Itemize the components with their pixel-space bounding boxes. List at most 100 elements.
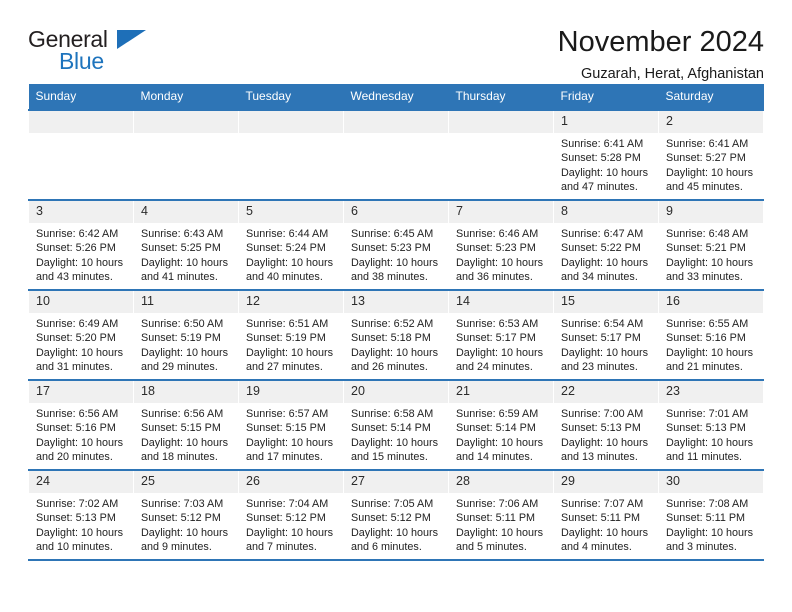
- calendar-day-cell[interactable]: 2 Sunrise: 6:41 AM Sunset: 5:27 PM Daylight…: [658, 109, 764, 200]
- day-number: 19: [239, 381, 343, 403]
- sunset-text: Sunset: 5:13 PM: [36, 512, 116, 525]
- calendar-day-cell[interactable]: 18 Sunrise: 6:56 AM Sunset: 5:15 PM Dayligh…: [133, 379, 239, 470]
- calendar-day-cell[interactable]: 8 Sunrise: 6:47 AM Sunset: 5:22 PM Daylight…: [553, 199, 659, 290]
- day-number: [449, 111, 553, 133]
- weekday-header-saturday: Saturday: [658, 84, 764, 110]
- sunset-text: Sunset: 5:24 PM: [246, 242, 326, 255]
- calendar-day-cell[interactable]: 30 Sunrise: 7:08 AM Sunset: 5:11 PM Dayligh…: [658, 469, 764, 561]
- calendar-day-cell[interactable]: 20 Sunrise: 6:58 AM Sunset: 5:14 PM Dayligh…: [343, 379, 449, 470]
- calendar-day-cell[interactable]: 3 Sunrise: 6:42 AM Sunset: 5:26 PM Daylight…: [28, 199, 134, 290]
- day-number: 9: [659, 201, 763, 223]
- day-sun-info: Sunrise: 6:48 AM Sunset: 5:21 PM Daylight:…: [659, 223, 763, 285]
- day-sun-info: Sunrise: 6:47 AM Sunset: 5:22 PM Daylight:…: [554, 223, 658, 285]
- sunset-text: Sunset: 5:15 PM: [246, 422, 326, 435]
- calendar-day-cell[interactable]: 4 Sunrise: 6:43 AM Sunset: 5:25 PM Daylight…: [133, 199, 239, 290]
- calendar-day-cell[interactable]: 25 Sunrise: 7:03 AM Sunset: 5:12 PM Dayligh…: [133, 469, 239, 561]
- sunset-text: Sunset: 5:19 PM: [246, 332, 326, 345]
- sunset-text: Sunset: 5:13 PM: [561, 422, 641, 435]
- calendar-day-cell[interactable]: 7 Sunrise: 6:46 AM Sunset: 5:23 PM Daylight…: [448, 199, 554, 290]
- daylight-text: Daylight: 10 hours and 41 minutes.: [141, 256, 229, 284]
- day-sun-info: Sunrise: 6:54 AM Sunset: 5:17 PM Daylight:…: [554, 313, 658, 375]
- daylight-text: Daylight: 10 hours and 6 minutes.: [351, 526, 439, 554]
- day-sun-info: Sunrise: 6:41 AM Sunset: 5:28 PM Daylight:…: [554, 133, 658, 195]
- calendar-day-cell[interactable]: 17 Sunrise: 6:56 AM Sunset: 5:16 PM Dayligh…: [28, 379, 134, 470]
- calendar-day-cell[interactable]: 16 Sunrise: 6:55 AM Sunset: 5:16 PM Dayligh…: [658, 289, 764, 380]
- day-number: 18: [134, 381, 238, 403]
- day-number: 21: [449, 381, 553, 403]
- calendar-day-cell[interactable]: 28 Sunrise: 7:06 AM Sunset: 5:11 PM Dayligh…: [448, 469, 554, 561]
- day-number: 4: [134, 201, 238, 223]
- sunrise-text: Sunrise: 6:52 AM: [351, 318, 434, 330]
- calendar-day-cell[interactable]: 23 Sunrise: 7:01 AM Sunset: 5:13 PM Dayligh…: [658, 379, 764, 470]
- day-sun-info: Sunrise: 6:56 AM Sunset: 5:15 PM Daylight:…: [134, 403, 238, 465]
- calendar-day-cell[interactable]: 22 Sunrise: 7:00 AM Sunset: 5:13 PM Dayligh…: [553, 379, 659, 470]
- calendar-day-cell[interactable]: 1 Sunrise: 6:41 AM Sunset: 5:28 PM Daylight…: [553, 109, 659, 200]
- calendar-day-cell[interactable]: 6 Sunrise: 6:45 AM Sunset: 5:23 PM Daylight…: [343, 199, 449, 290]
- calendar-week-row: 17 Sunrise: 6:56 AM Sunset: 5:16 PM Dayligh…: [28, 379, 764, 470]
- calendar-head: Sunday Monday Tuesday Wednesday Thursday…: [28, 84, 764, 110]
- daylight-text: Daylight: 10 hours and 38 minutes.: [351, 256, 439, 284]
- sunset-text: Sunset: 5:12 PM: [246, 512, 326, 525]
- sunset-text: Sunset: 5:11 PM: [561, 512, 641, 525]
- day-number: 30: [659, 471, 763, 493]
- day-number: 2: [659, 111, 763, 133]
- day-number: 22: [554, 381, 658, 403]
- calendar-empty-cell: [448, 109, 554, 200]
- calendar-day-cell[interactable]: 11 Sunrise: 6:50 AM Sunset: 5:19 PM Dayligh…: [133, 289, 239, 380]
- calendar-day-cell[interactable]: 29 Sunrise: 7:07 AM Sunset: 5:11 PM Dayligh…: [553, 469, 659, 561]
- sunrise-text: Sunrise: 7:04 AM: [246, 498, 329, 510]
- calendar-day-cell[interactable]: 27 Sunrise: 7:05 AM Sunset: 5:12 PM Dayligh…: [343, 469, 449, 561]
- day-number: 7: [449, 201, 553, 223]
- day-number: 13: [344, 291, 448, 313]
- day-sun-info: Sunrise: 6:55 AM Sunset: 5:16 PM Daylight:…: [659, 313, 763, 375]
- calendar-week-row: 24 Sunrise: 7:02 AM Sunset: 5:13 PM Dayligh…: [28, 469, 764, 561]
- daylight-text: Daylight: 10 hours and 18 minutes.: [141, 436, 229, 464]
- day-number: 6: [344, 201, 448, 223]
- calendar-day-cell[interactable]: 26 Sunrise: 7:04 AM Sunset: 5:12 PM Dayligh…: [238, 469, 344, 561]
- daylight-text: Daylight: 10 hours and 33 minutes.: [666, 256, 754, 284]
- sunrise-text: Sunrise: 6:54 AM: [561, 318, 644, 330]
- calendar-empty-cell: [238, 109, 344, 200]
- calendar-day-cell[interactable]: 9 Sunrise: 6:48 AM Sunset: 5:21 PM Daylight…: [658, 199, 764, 290]
- calendar-day-cell[interactable]: 14 Sunrise: 6:53 AM Sunset: 5:17 PM Dayligh…: [448, 289, 554, 380]
- page-subtitle: Guzarah, Herat, Afghanistan: [581, 66, 764, 83]
- day-number: 15: [554, 291, 658, 313]
- daylight-text: Daylight: 10 hours and 21 minutes.: [666, 346, 754, 374]
- calendar-day-cell[interactable]: 24 Sunrise: 7:02 AM Sunset: 5:13 PM Dayligh…: [28, 469, 134, 561]
- daylight-text: Daylight: 10 hours and 29 minutes.: [141, 346, 229, 374]
- day-sun-info: Sunrise: 7:00 AM Sunset: 5:13 PM Daylight:…: [554, 403, 658, 465]
- brand-name-bottom: Blue: [59, 48, 104, 74]
- day-number: 29: [554, 471, 658, 493]
- daylight-text: Daylight: 10 hours and 17 minutes.: [246, 436, 334, 464]
- day-sun-info: Sunrise: 6:59 AM Sunset: 5:14 PM Daylight:…: [449, 403, 553, 465]
- sunrise-text: Sunrise: 6:46 AM: [456, 228, 539, 240]
- sunset-text: Sunset: 5:23 PM: [456, 242, 536, 255]
- brand-logo[interactable]: General Blue: [28, 26, 146, 74]
- day-number: 3: [29, 201, 133, 223]
- daylight-text: Daylight: 10 hours and 40 minutes.: [246, 256, 334, 284]
- daylight-text: Daylight: 10 hours and 10 minutes.: [36, 526, 124, 554]
- calendar-empty-cell: [343, 109, 449, 200]
- daylight-text: Daylight: 10 hours and 31 minutes.: [36, 346, 124, 374]
- calendar-day-cell[interactable]: 13 Sunrise: 6:52 AM Sunset: 5:18 PM Dayligh…: [343, 289, 449, 380]
- sunrise-text: Sunrise: 7:03 AM: [141, 498, 224, 510]
- day-sun-info: Sunrise: 7:01 AM Sunset: 5:13 PM Daylight:…: [659, 403, 763, 465]
- sunset-text: Sunset: 5:19 PM: [141, 332, 221, 345]
- calendar-day-cell[interactable]: 19 Sunrise: 6:57 AM Sunset: 5:15 PM Dayligh…: [238, 379, 344, 470]
- calendar-day-cell[interactable]: 21 Sunrise: 6:59 AM Sunset: 5:14 PM Dayligh…: [448, 379, 554, 470]
- sunset-text: Sunset: 5:11 PM: [456, 512, 536, 525]
- day-number: [29, 111, 133, 133]
- calendar-day-cell[interactable]: 5 Sunrise: 6:44 AM Sunset: 5:24 PM Daylight…: [238, 199, 344, 290]
- sunrise-text: Sunrise: 6:57 AM: [246, 408, 329, 420]
- sunrise-text: Sunrise: 7:05 AM: [351, 498, 434, 510]
- calendar-day-cell[interactable]: 12 Sunrise: 6:51 AM Sunset: 5:19 PM Dayligh…: [238, 289, 344, 380]
- sunset-text: Sunset: 5:28 PM: [561, 152, 641, 165]
- daylight-text: Daylight: 10 hours and 4 minutes.: [561, 526, 649, 554]
- day-number: 5: [239, 201, 343, 223]
- calendar-day-cell[interactable]: 10 Sunrise: 6:49 AM Sunset: 5:20 PM Dayligh…: [28, 289, 134, 380]
- sunrise-text: Sunrise: 6:56 AM: [36, 408, 119, 420]
- calendar-day-cell[interactable]: 15 Sunrise: 6:54 AM Sunset: 5:17 PM Dayligh…: [553, 289, 659, 380]
- daylight-text: Daylight: 10 hours and 47 minutes.: [561, 166, 649, 194]
- daylight-text: Daylight: 10 hours and 24 minutes.: [456, 346, 544, 374]
- sunset-text: Sunset: 5:14 PM: [351, 422, 431, 435]
